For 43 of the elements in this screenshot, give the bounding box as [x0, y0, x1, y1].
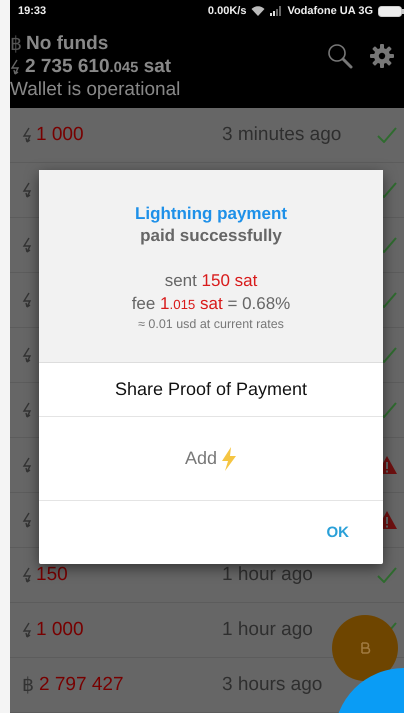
amount-text: 1 000 — [36, 619, 84, 641]
lightning-icon — [22, 182, 32, 198]
settings-button[interactable] — [368, 42, 396, 70]
lightning-icon — [22, 402, 32, 418]
wallet-status: Wallet is operational — [10, 78, 180, 102]
lightning-icon — [22, 127, 32, 143]
balance-text: No funds — [26, 32, 108, 54]
signal-icon — [270, 6, 282, 16]
exchange-rate-text: ≈ 0.01 usd at current rates — [138, 316, 284, 332]
lightning-icon — [22, 347, 32, 363]
lightning-icon — [22, 622, 32, 638]
add-button[interactable]: Add — [39, 417, 383, 501]
carrier-name: Vodafone UA 3G — [287, 5, 373, 17]
lightning-icon — [22, 512, 32, 528]
wifi-icon — [251, 6, 266, 16]
amount-text: 150 — [36, 564, 68, 586]
bitcoin-symbol: ฿ — [10, 32, 22, 56]
ok-button[interactable]: OK — [318, 518, 357, 547]
fee-text: fee 1.015 sat = 0.68% — [132, 293, 290, 315]
lightning-icon — [10, 58, 20, 74]
lightning-icon — [22, 457, 32, 473]
coin-icon — [359, 641, 371, 655]
amount-text: 1 000 — [36, 124, 84, 146]
lightning-icon — [22, 237, 32, 253]
settings-icon — [370, 44, 394, 68]
time-text: 1 hour ago — [222, 619, 314, 641]
search-icon — [327, 43, 353, 69]
sent-amount-text: sent 150 sat — [164, 270, 258, 292]
amount-text: 2 797 427 — [39, 674, 124, 696]
dialog-subtitle: paid successfully — [140, 225, 282, 247]
time-text: 3 minutes ago — [222, 124, 342, 146]
lightning-icon — [22, 292, 32, 308]
dialog-title: Lightning payment — [134, 203, 288, 225]
share-proof-button[interactable]: Share Proof of Payment — [39, 363, 383, 417]
bitcoin-symbol: ฿ — [22, 674, 34, 697]
lightning-balance: 2 735 610.045 sat — [25, 56, 172, 78]
battery-icon — [378, 6, 404, 16]
lightning-bolt-icon — [221, 446, 238, 470]
search-button[interactable] — [326, 42, 354, 70]
lightning-icon — [22, 567, 32, 583]
time-text: 3 hours ago — [222, 674, 324, 696]
clock: 19:33 — [18, 5, 46, 17]
network-speed: 0.00K/s — [208, 5, 246, 17]
